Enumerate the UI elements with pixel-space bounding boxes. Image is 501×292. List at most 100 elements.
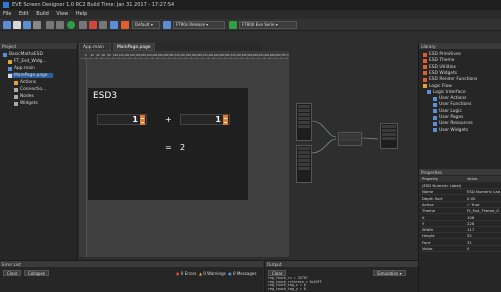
warning-count[interactable]: 0 Warnings [203,271,225,276]
tab-mainpage[interactable]: MainPage.page × [113,43,155,58]
graph-node-add[interactable] [338,132,362,146]
tree-item-nodes[interactable]: Nodes [14,94,34,99]
graph-node-output[interactable] [380,123,398,149]
tree-item-mainpage[interactable]: MainPage.page [8,73,54,78]
library-item[interactable]: User Functions [433,102,471,107]
message-icon[interactable]: ● [228,271,232,276]
ruler-label: 440 [208,53,213,57]
library-item[interactable]: ESD Theme [423,58,454,63]
run-icon[interactable] [67,21,75,29]
errors-collapse-button[interactable]: Collapse [24,270,49,276]
library-item[interactable]: User Pages [433,115,463,120]
new-file-icon[interactable] [3,21,11,29]
property-value[interactable]: Ft_Esd_Theme_G [467,208,499,214]
library-item[interactable]: Logic Interface [427,90,466,95]
property-value[interactable]: 52 [467,233,472,239]
property-row[interactable]: Height 52 [419,233,501,240]
ruler-label: 180 [135,53,140,57]
menu-edit[interactable]: Edit [19,11,29,17]
spinner-1-icon[interactable] [140,115,145,125]
warning-icon[interactable]: ▲ [199,271,202,276]
error-icon[interactable]: ● [176,271,180,276]
property-value[interactable]: 0.00 [467,196,475,202]
numeric-input-1[interactable]: 1 [97,114,147,125]
property-row[interactable]: Value 0 [419,246,501,252]
property-value[interactable]: 106 [467,215,474,221]
property-row[interactable]: Depth Sort 0.00 [419,196,501,202]
library-item[interactable]: User Widgets [433,128,468,133]
menu-build[interactable]: Build [36,11,49,17]
ruler-label: 40 [96,53,100,57]
build-icon[interactable] [89,21,97,29]
graph-node-input-1[interactable] [296,103,312,141]
library-item[interactable]: ESD Utilities [423,65,456,70]
undo-icon[interactable] [46,21,54,29]
property-value[interactable]: ESD Numeric Lab [467,189,500,195]
spinner-2-icon[interactable] [223,115,228,125]
property-row[interactable]: Y 228 [419,221,501,227]
operator-label: + [165,115,172,124]
property-value[interactable]: 228 [467,221,474,227]
actions-icon [14,80,18,85]
save-all-icon[interactable] [33,21,41,29]
ruler-label: 580 [247,53,252,57]
menu-view[interactable]: View [56,11,68,17]
library-item[interactable]: ESD Render Functions [423,77,477,82]
property-row[interactable]: X 106 [419,215,501,221]
property-row[interactable]: Font 31 [419,240,501,246]
ruler-label: 680 [275,53,280,57]
deploy-icon[interactable] [99,21,107,29]
config-combo[interactable]: Default ▾ [132,21,160,29]
errors-clear-button[interactable]: Clear [3,270,22,276]
library-item-label: ESD Theme [429,58,455,64]
theme-icon[interactable] [121,21,129,29]
property-row[interactable]: Active ✓ True [419,202,501,208]
library-item[interactable]: Logic Flow [423,84,452,89]
logic-graph[interactable] [290,43,417,260]
property-value[interactable]: 31 [467,240,472,246]
settings-icon[interactable] [110,21,118,29]
property-row[interactable]: Name ESD Numeric Lab [419,189,501,196]
menu-file[interactable]: File [3,11,11,17]
ruler-label: 300 [169,53,174,57]
message-count[interactable]: 0 Messages [233,271,256,276]
library-item-icon [433,96,437,101]
graph-node-input-2[interactable] [296,145,312,183]
library-item[interactable]: User Logic [433,109,462,114]
tree-item-widgets[interactable]: Widgets [14,101,38,106]
numeric-input-2[interactable]: 1 [180,114,230,125]
property-value[interactable]: 117 [467,227,474,233]
property-row[interactable]: Theme Ft_Esd_Theme_G [419,208,501,215]
property-row[interactable]: (ESD Numeric Label) [419,183,501,189]
stop-icon[interactable] [79,21,87,29]
library-item[interactable]: User Actions [433,96,466,101]
nodes-icon [14,94,18,99]
save-icon[interactable] [23,21,31,29]
app-file-icon [8,66,12,71]
library-item[interactable]: ESD Widgets [423,71,457,76]
library-item[interactable]: ESD Primitives [423,52,461,57]
redo-icon[interactable] [56,21,64,29]
tree-item-app-main[interactable]: App.main [8,66,35,71]
device-combo[interactable]: FT800 Eve Serie ▾ [239,21,297,29]
property-value[interactable]: 0 [467,246,469,252]
property-value[interactable]: ✓ True [467,202,479,208]
property-row[interactable]: Width 117 [419,227,501,234]
ruler-label: 400 [197,53,202,57]
screen-preview[interactable]: ESD3 1 + 1 = 2 [88,88,248,200]
library-item[interactable]: User Resources [433,121,473,126]
error-count[interactable]: 0 Errors [181,271,197,276]
open-folder-icon[interactable] [13,21,21,29]
tab-app-main[interactable]: App.main × [79,43,111,58]
tree-item-project[interactable]: BasicMathsESD [3,52,43,57]
menu-help[interactable]: Help [76,11,87,17]
tree-item-widgets-lib[interactable]: FT_Esd_Widg... [8,59,47,64]
output-panel: Output Clear Simulation ▾ reg_touch_rz =… [264,260,418,292]
library-header: Library [419,43,501,50]
build-target-combo[interactable]: FT90x Release ▾ [173,21,225,29]
tree-item-actions[interactable]: Actions [14,80,36,85]
toolbar: Default ▾ FT90x Release ▾ FT800 Eve Seri… [0,19,501,31]
library-panel: Library ESD Primitives ESD Theme ESD Utili… [418,43,501,169]
output-source-select[interactable]: Simulation ▾ [373,270,406,276]
tree-item-connections[interactable]: Connectio... [14,87,46,92]
